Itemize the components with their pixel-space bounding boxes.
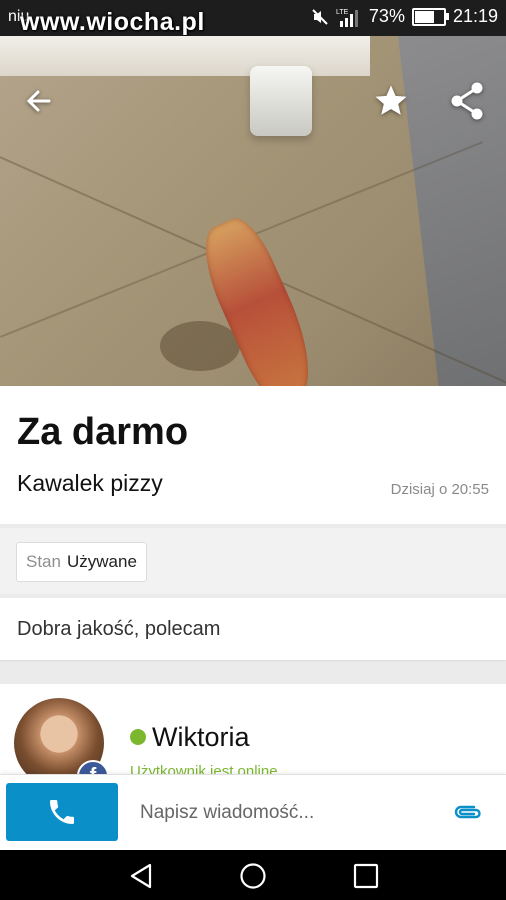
listing-date: Dzisiaj o 20:55 <box>390 481 489 498</box>
nav-recents-icon[interactable] <box>351 862 381 890</box>
star-icon <box>375 85 407 115</box>
seller-online-status: Użytkownik jest online <box>130 763 278 774</box>
param-condition: Stan Używane <box>16 542 147 582</box>
battery-percent: 73% <box>368 6 405 26</box>
call-button[interactable] <box>6 783 118 841</box>
paperclip-icon[interactable] <box>452 799 484 827</box>
seller-name[interactable]: Wiktoria <box>152 722 250 753</box>
system-nav-bar <box>0 850 506 900</box>
svg-text:LTE: LTE <box>336 9 349 16</box>
back-arrow-icon <box>26 90 51 112</box>
description-text: Dobra jakość, polecam <box>17 618 221 640</box>
message-input[interactable] <box>130 793 450 833</box>
clock: 21:19 <box>452 6 498 26</box>
share-button[interactable] <box>442 76 492 126</box>
param-key: Stan <box>26 552 61 571</box>
seller-card[interactable]: f Wiktoria Użytkownik jest online <box>0 684 506 774</box>
listing-photo[interactable] <box>0 36 506 386</box>
favorite-button[interactable] <box>366 76 416 126</box>
watermark: www.wiocha.pl <box>20 8 205 36</box>
phone-icon <box>50 800 74 824</box>
signal-icon: LTE <box>336 9 358 27</box>
nav-back-icon[interactable] <box>126 862 156 890</box>
mute-icon <box>312 8 328 25</box>
battery-icon <box>411 7 449 26</box>
back-button[interactable] <box>14 76 64 126</box>
listing-params: Stan Używane <box>0 528 506 594</box>
status-bar: niu www.wiocha.pl LTE 73% 21:19 <box>0 0 506 36</box>
listing-description: Dobra jakość, polecam <box>0 598 506 660</box>
online-indicator-icon <box>130 729 146 745</box>
listing-price: Za darmo <box>17 411 189 453</box>
contact-bar <box>0 774 506 851</box>
param-value: Używane <box>66 552 137 571</box>
nav-home-icon[interactable] <box>238 862 268 890</box>
status-indicators: LTE 73% 21:19 <box>311 6 498 27</box>
listing-header: Za darmo Kawalek pizzy Dzisiaj o 20:55 <box>0 386 506 524</box>
share-icon <box>451 82 483 120</box>
listing-title: Kawalek pizzy <box>17 470 163 496</box>
